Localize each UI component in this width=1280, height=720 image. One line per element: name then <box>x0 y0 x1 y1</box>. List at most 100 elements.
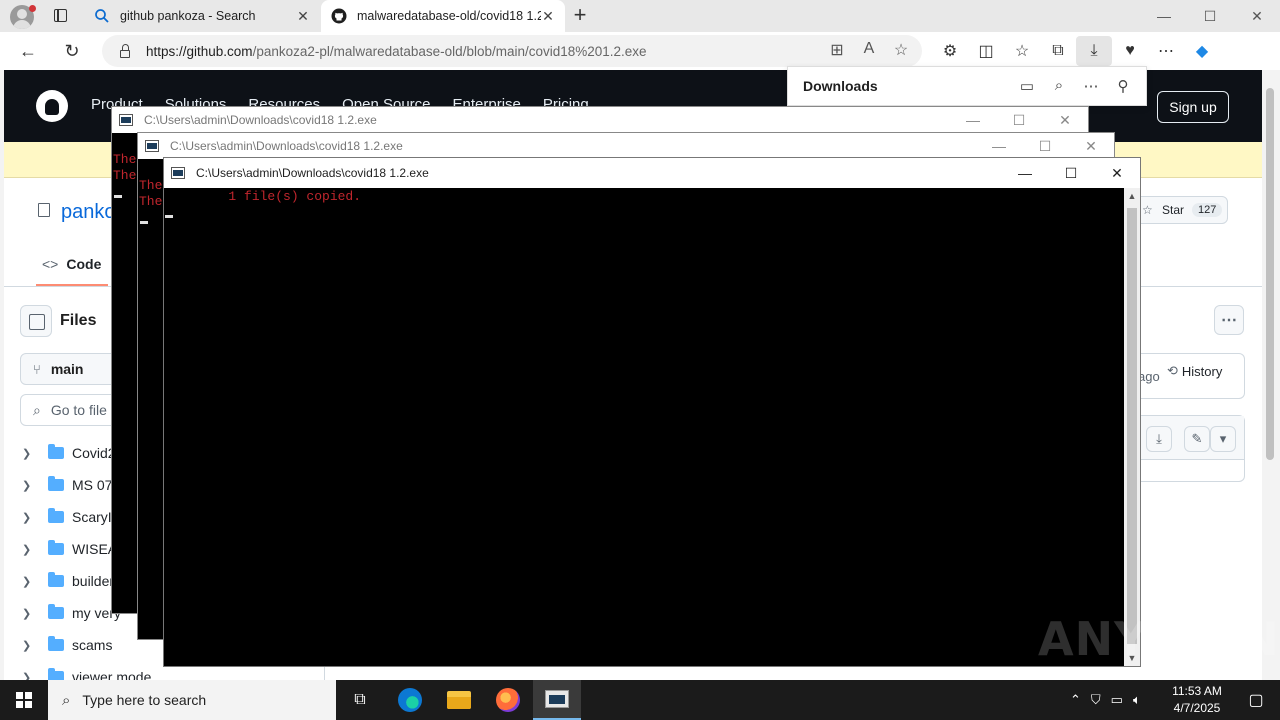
scrollbar-thumb[interactable] <box>1266 88 1274 460</box>
history-button[interactable]: ⟲ History <box>1167 363 1222 379</box>
github-logo-icon[interactable] <box>36 90 68 122</box>
favorites-icon[interactable]: ☆ <box>1004 36 1040 66</box>
tree-item[interactable]: ❯ scams <box>22 633 112 657</box>
sign-up-button[interactable]: Sign up <box>1157 91 1229 123</box>
maximize-button[interactable]: ☐ <box>1022 138 1068 155</box>
windows-logo-icon <box>16 692 32 708</box>
scrollbar-thumb[interactable] <box>1127 208 1137 644</box>
back-arrow-icon[interactable]: ← <box>14 37 42 65</box>
split-screen-icon[interactable]: ◫ <box>968 36 1004 66</box>
maximize-button[interactable]: ☐ <box>1187 0 1233 32</box>
chevron-right-icon: ❯ <box>22 607 32 620</box>
close-button[interactable]: ✕ <box>1068 138 1114 155</box>
close-button[interactable]: ✕ <box>1234 0 1280 32</box>
console-titlebar[interactable]: C:\Users\admin\Downloads\covid18 1.2.exe… <box>112 107 1088 133</box>
taskbar-search[interactable]: ⌕ Type here to search <box>48 680 336 720</box>
maximize-button[interactable]: ☐ <box>1048 165 1094 182</box>
security-icon[interactable]: ⛉ <box>1091 692 1101 708</box>
history-label: History <box>1181 363 1223 379</box>
start-button[interactable] <box>0 680 48 720</box>
page-scrollbar[interactable] <box>1262 70 1278 680</box>
minimize-button[interactable]: — <box>976 138 1022 154</box>
taskbar-edge[interactable] <box>386 680 434 720</box>
tree-item-label: scams <box>72 637 113 653</box>
taskbar-console[interactable] <box>533 680 581 720</box>
clock-time: 11:53 AM <box>1172 684 1222 698</box>
console-window-front[interactable]: C:\Users\admin\Downloads\covid18 1.2.exe… <box>163 157 1141 667</box>
tree-item[interactable]: ❯ MS 073 <box>22 473 120 497</box>
go-to-file-placeholder: Go to file <box>50 402 107 418</box>
folder-icon <box>48 540 64 555</box>
minimize-button[interactable]: — <box>1002 165 1048 181</box>
apps-icon[interactable]: ⊞ <box>826 40 848 60</box>
star-label: Star <box>1162 203 1185 217</box>
address-bar[interactable]: https://github.com/pankoza2-pl/malwareda… <box>102 35 922 67</box>
tab-actions-button[interactable] <box>46 6 74 26</box>
minimize-button[interactable]: — <box>1141 0 1187 32</box>
collections-icon[interactable]: ⧉ <box>1040 36 1076 66</box>
notification-icon[interactable]: ▢ <box>1232 680 1280 720</box>
scroll-up-icon[interactable]: ▲ <box>1124 188 1140 204</box>
chevron-down-icon[interactable]: ▾ <box>1210 426 1236 452</box>
more-options-icon[interactable]: ⋯ <box>1082 77 1100 95</box>
folder-icon <box>48 668 64 680</box>
tree-item[interactable]: ❯ my very <box>22 601 121 625</box>
console-icon <box>545 690 569 708</box>
tab-close-icon[interactable]: ✕ <box>541 8 555 25</box>
tree-item[interactable]: ❯ viewer mode <box>22 665 151 680</box>
close-button[interactable]: ✕ <box>1094 165 1140 182</box>
console-icon <box>145 140 159 152</box>
console-output-line: The <box>139 178 163 193</box>
tab-github-search[interactable]: github pankoza - Search ✕ <box>84 0 320 32</box>
edit-pencil-icon[interactable]: ✎ <box>1184 426 1210 452</box>
folder-icon <box>48 476 64 491</box>
chevron-right-icon: ❯ <box>22 639 32 652</box>
maximize-button[interactable]: ☐ <box>996 112 1042 129</box>
extensions-icon[interactable]: ⚙ <box>932 36 968 66</box>
tree-item[interactable]: ❯ Covid2 <box>22 441 116 465</box>
performance-icon[interactable]: ♥ <box>1112 36 1148 66</box>
close-button[interactable]: ✕ <box>1042 112 1088 129</box>
folder-icon <box>48 508 64 523</box>
collapse-sidebar-button[interactable] <box>20 305 52 337</box>
more-menu-icon[interactable]: ⋯ <box>1148 36 1184 66</box>
folder-icon <box>48 604 64 619</box>
chevron-up-icon[interactable]: ⌃ <box>1070 692 1081 708</box>
open-folder-icon[interactable]: ▭ <box>1018 77 1036 95</box>
taskbar-firefox[interactable] <box>484 680 532 720</box>
network-icon[interactable]: ▭ <box>1111 692 1123 708</box>
tree-item[interactable]: ❯ builder <box>22 569 114 593</box>
favorite-star-icon[interactable]: ☆ <box>890 40 912 60</box>
search-icon: ⌕ <box>62 691 71 709</box>
tree-item[interactable]: ❯ ScaryIn <box>22 505 119 529</box>
more-options-button[interactable]: ⋯ <box>1214 305 1244 335</box>
download-raw-icon[interactable]: ⤓ <box>1146 426 1172 452</box>
pin-icon[interactable]: ⚲ <box>1114 77 1132 95</box>
tab-malwaredatabase[interactable]: malwaredatabase-old/covid18 1.2.exe ✕ <box>321 0 565 32</box>
volume-icon[interactable]: 🔈︎ <box>1133 692 1141 708</box>
tab-label: malwaredatabase-old/covid18 1.2.exe <box>357 9 541 23</box>
search-icon[interactable]: ⌕ <box>1050 77 1068 95</box>
new-tab-button[interactable]: + <box>568 4 592 28</box>
task-view-button[interactable]: ⧉ <box>336 680 384 720</box>
tab-close-icon[interactable]: ✕ <box>296 8 310 25</box>
downloads-title: Downloads <box>803 78 878 94</box>
taskbar-file-explorer[interactable] <box>435 680 483 720</box>
tab-code[interactable]: <> Code <box>42 256 101 272</box>
read-aloud-icon[interactable]: A <box>858 40 880 60</box>
refresh-icon[interactable]: ↻ <box>58 37 86 65</box>
copilot-icon[interactable]: ◆ <box>1184 36 1220 66</box>
console-titlebar[interactable]: C:\Users\admin\Downloads\covid18 1.2.exe… <box>138 133 1114 159</box>
console-scrollbar[interactable]: ▲ ▼ <box>1124 188 1140 666</box>
minimize-button[interactable]: — <box>950 112 996 128</box>
downloads-icon[interactable]: ⤓ <box>1076 36 1112 66</box>
tree-item[interactable]: ❯ WISEA <box>22 537 117 561</box>
tab-code-label: Code <box>66 256 102 272</box>
star-button[interactable]: ☆ Star 127 <box>1132 196 1228 224</box>
console-titlebar[interactable]: C:\Users\admin\Downloads\covid18 1.2.exe… <box>164 158 1140 188</box>
chevron-right-icon: ❯ <box>22 671 32 681</box>
console-output-line: The <box>113 152 137 167</box>
clock[interactable]: 11:53 AM 4/7/2025 <box>1162 683 1232 717</box>
taskbar: ⌕ Type here to search ⧉ ⌃ ⛉ ▭ 🔈︎ 11:53 A… <box>0 680 1280 720</box>
folder-icon <box>48 572 64 587</box>
